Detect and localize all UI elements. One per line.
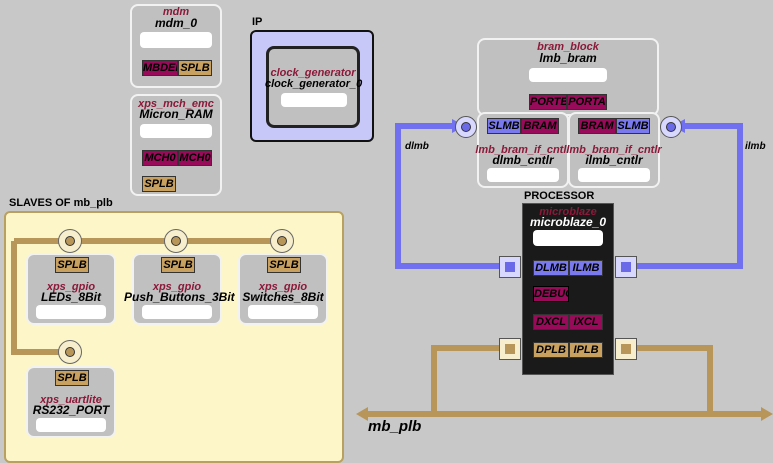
slave-port-splb[interactable]: SPLB (267, 257, 301, 273)
dlmb-cntlr-port-bram[interactable]: BRAM (521, 118, 559, 134)
mch-port-mch0-a[interactable]: MCH0 (142, 150, 178, 166)
clock-instance-label: clock_generator_0 (265, 78, 363, 90)
slave-block-uart[interactable]: SPLB xps_uartlite RS232_PORT (26, 366, 116, 438)
dlmb-connector-icon[interactable] (455, 116, 477, 138)
ilmb-cntlr-block[interactable]: BRAM SLMB lmb_bram_if_cntlr ilmb_cntlr (566, 112, 662, 188)
slave-port-splb[interactable]: SPLB (55, 257, 89, 273)
bram-port-portb[interactable]: PORTB (529, 94, 567, 110)
bram-instance-label: lmb_bram (539, 51, 597, 65)
ilmb-cntlr-instance-label: ilmb_cntlr (585, 153, 643, 167)
ilmb-connector-icon[interactable] (660, 116, 682, 138)
bram-port-porta[interactable]: PORTA (567, 94, 607, 110)
mdm-instance-label: mdm_0 (154, 16, 198, 30)
slave-connector-icon[interactable] (270, 229, 294, 253)
mch-body (140, 124, 212, 138)
ilmb-bus-label: ilmb (745, 141, 766, 152)
mch-instance-label: Micron_RAM (139, 107, 213, 121)
microblaze-port-dplb[interactable]: DPLB (533, 342, 569, 358)
mdm-block[interactable]: mdm mdm_0 MBDEBUG SPLB (130, 4, 222, 88)
slave-connector-icon[interactable] (164, 229, 188, 253)
slave-instance-label: LEDs_8Bit (40, 290, 102, 304)
dlmb-cntlr-body (487, 168, 559, 182)
mch-port-mch0-b[interactable]: MCH0 (178, 150, 212, 166)
mb-plb-arrow-left (356, 407, 368, 421)
ip-group: clock_generator clock_generator_0 (250, 30, 374, 142)
microblaze-port-iplb[interactable]: IPLB (569, 342, 603, 358)
ilmb-cntlr-port-bram[interactable]: BRAM (578, 118, 616, 134)
slave-body (36, 418, 106, 432)
ip-group-label: IP (252, 16, 263, 28)
slave-connector-icon[interactable] (58, 340, 82, 364)
processor-group-label: PROCESSOR (524, 190, 595, 202)
processor-group: microblaze microblaze_0 DLMB ILMB DEBUG … (522, 203, 614, 375)
slave-body (248, 305, 318, 319)
microblaze-instance-label: microblaze_0 (529, 215, 607, 229)
bram-block[interactable]: bram_block lmb_bram PORTB PORTA (477, 38, 659, 116)
dplb-connector-icon[interactable] (499, 338, 521, 360)
dlmb-cntlr-block[interactable]: SLMB BRAM lmb_bram_if_cntlr dlmb_cntlr (475, 112, 571, 188)
dlmb-cntlr-port-slmb[interactable]: SLMB (487, 118, 521, 134)
slave-instance-label: Switches_8Bit (242, 290, 324, 304)
dlmb-proc-connector-icon[interactable] (499, 256, 521, 278)
mch-port-splb[interactable]: SPLB (142, 176, 176, 192)
mb-plb-bus-label: mb_plb (368, 418, 422, 435)
iplb-connector-icon[interactable] (615, 338, 637, 360)
slave-body (36, 305, 106, 319)
slave-block-leds[interactable]: SPLB xps_gpio LEDs_8Bit (26, 253, 116, 325)
mdm-port-mbdebug[interactable]: MBDEBUG (142, 60, 178, 76)
slave-connector-icon[interactable] (58, 229, 82, 253)
slave-port-splb[interactable]: SPLB (161, 257, 195, 273)
clock-generator-block[interactable]: clock_generator clock_generator_0 (265, 46, 363, 128)
slaves-title: SLAVES OF mb_plb (9, 197, 113, 209)
mdm-body (140, 32, 212, 48)
mdm-port-splb[interactable]: SPLB (178, 60, 212, 76)
clock-body (281, 93, 347, 107)
slave-block-switches[interactable]: SPLB xps_gpio Switches_8Bit (238, 253, 328, 325)
dlmb-bus-label: dlmb (405, 141, 429, 152)
slave-instance-label: Push_Buttons_3Bit (124, 290, 235, 304)
microblaze-port-dlmb[interactable]: DLMB (533, 260, 569, 276)
dlmb-cntlr-instance-label: dlmb_cntlr (492, 153, 554, 167)
mch-emc-block[interactable]: xps_mch_emc Micron_RAM MCH0 MCH0 SPLB (130, 94, 222, 196)
slave-port-splb[interactable]: SPLB (55, 370, 89, 386)
microblaze-port-debug[interactable]: DEBUG (533, 286, 569, 302)
bram-body (529, 68, 607, 82)
microblaze-port-ixcl[interactable]: IXCL (569, 314, 603, 330)
ilmb-cntlr-body (578, 168, 650, 182)
slave-body (142, 305, 212, 319)
microblaze-port-ilmb[interactable]: ILMB (569, 260, 603, 276)
mb-plb-arrow-right (761, 407, 773, 421)
slave-instance-label: RS232_PORT (32, 403, 110, 417)
ilmb-proc-connector-icon[interactable] (615, 256, 637, 278)
microblaze-body (533, 230, 603, 246)
slave-block-push-buttons[interactable]: SPLB xps_gpio Push_Buttons_3Bit (124, 253, 235, 325)
ilmb-cntlr-port-slmb[interactable]: SLMB (616, 118, 650, 134)
microblaze-port-dxcl[interactable]: DXCL (533, 314, 569, 330)
